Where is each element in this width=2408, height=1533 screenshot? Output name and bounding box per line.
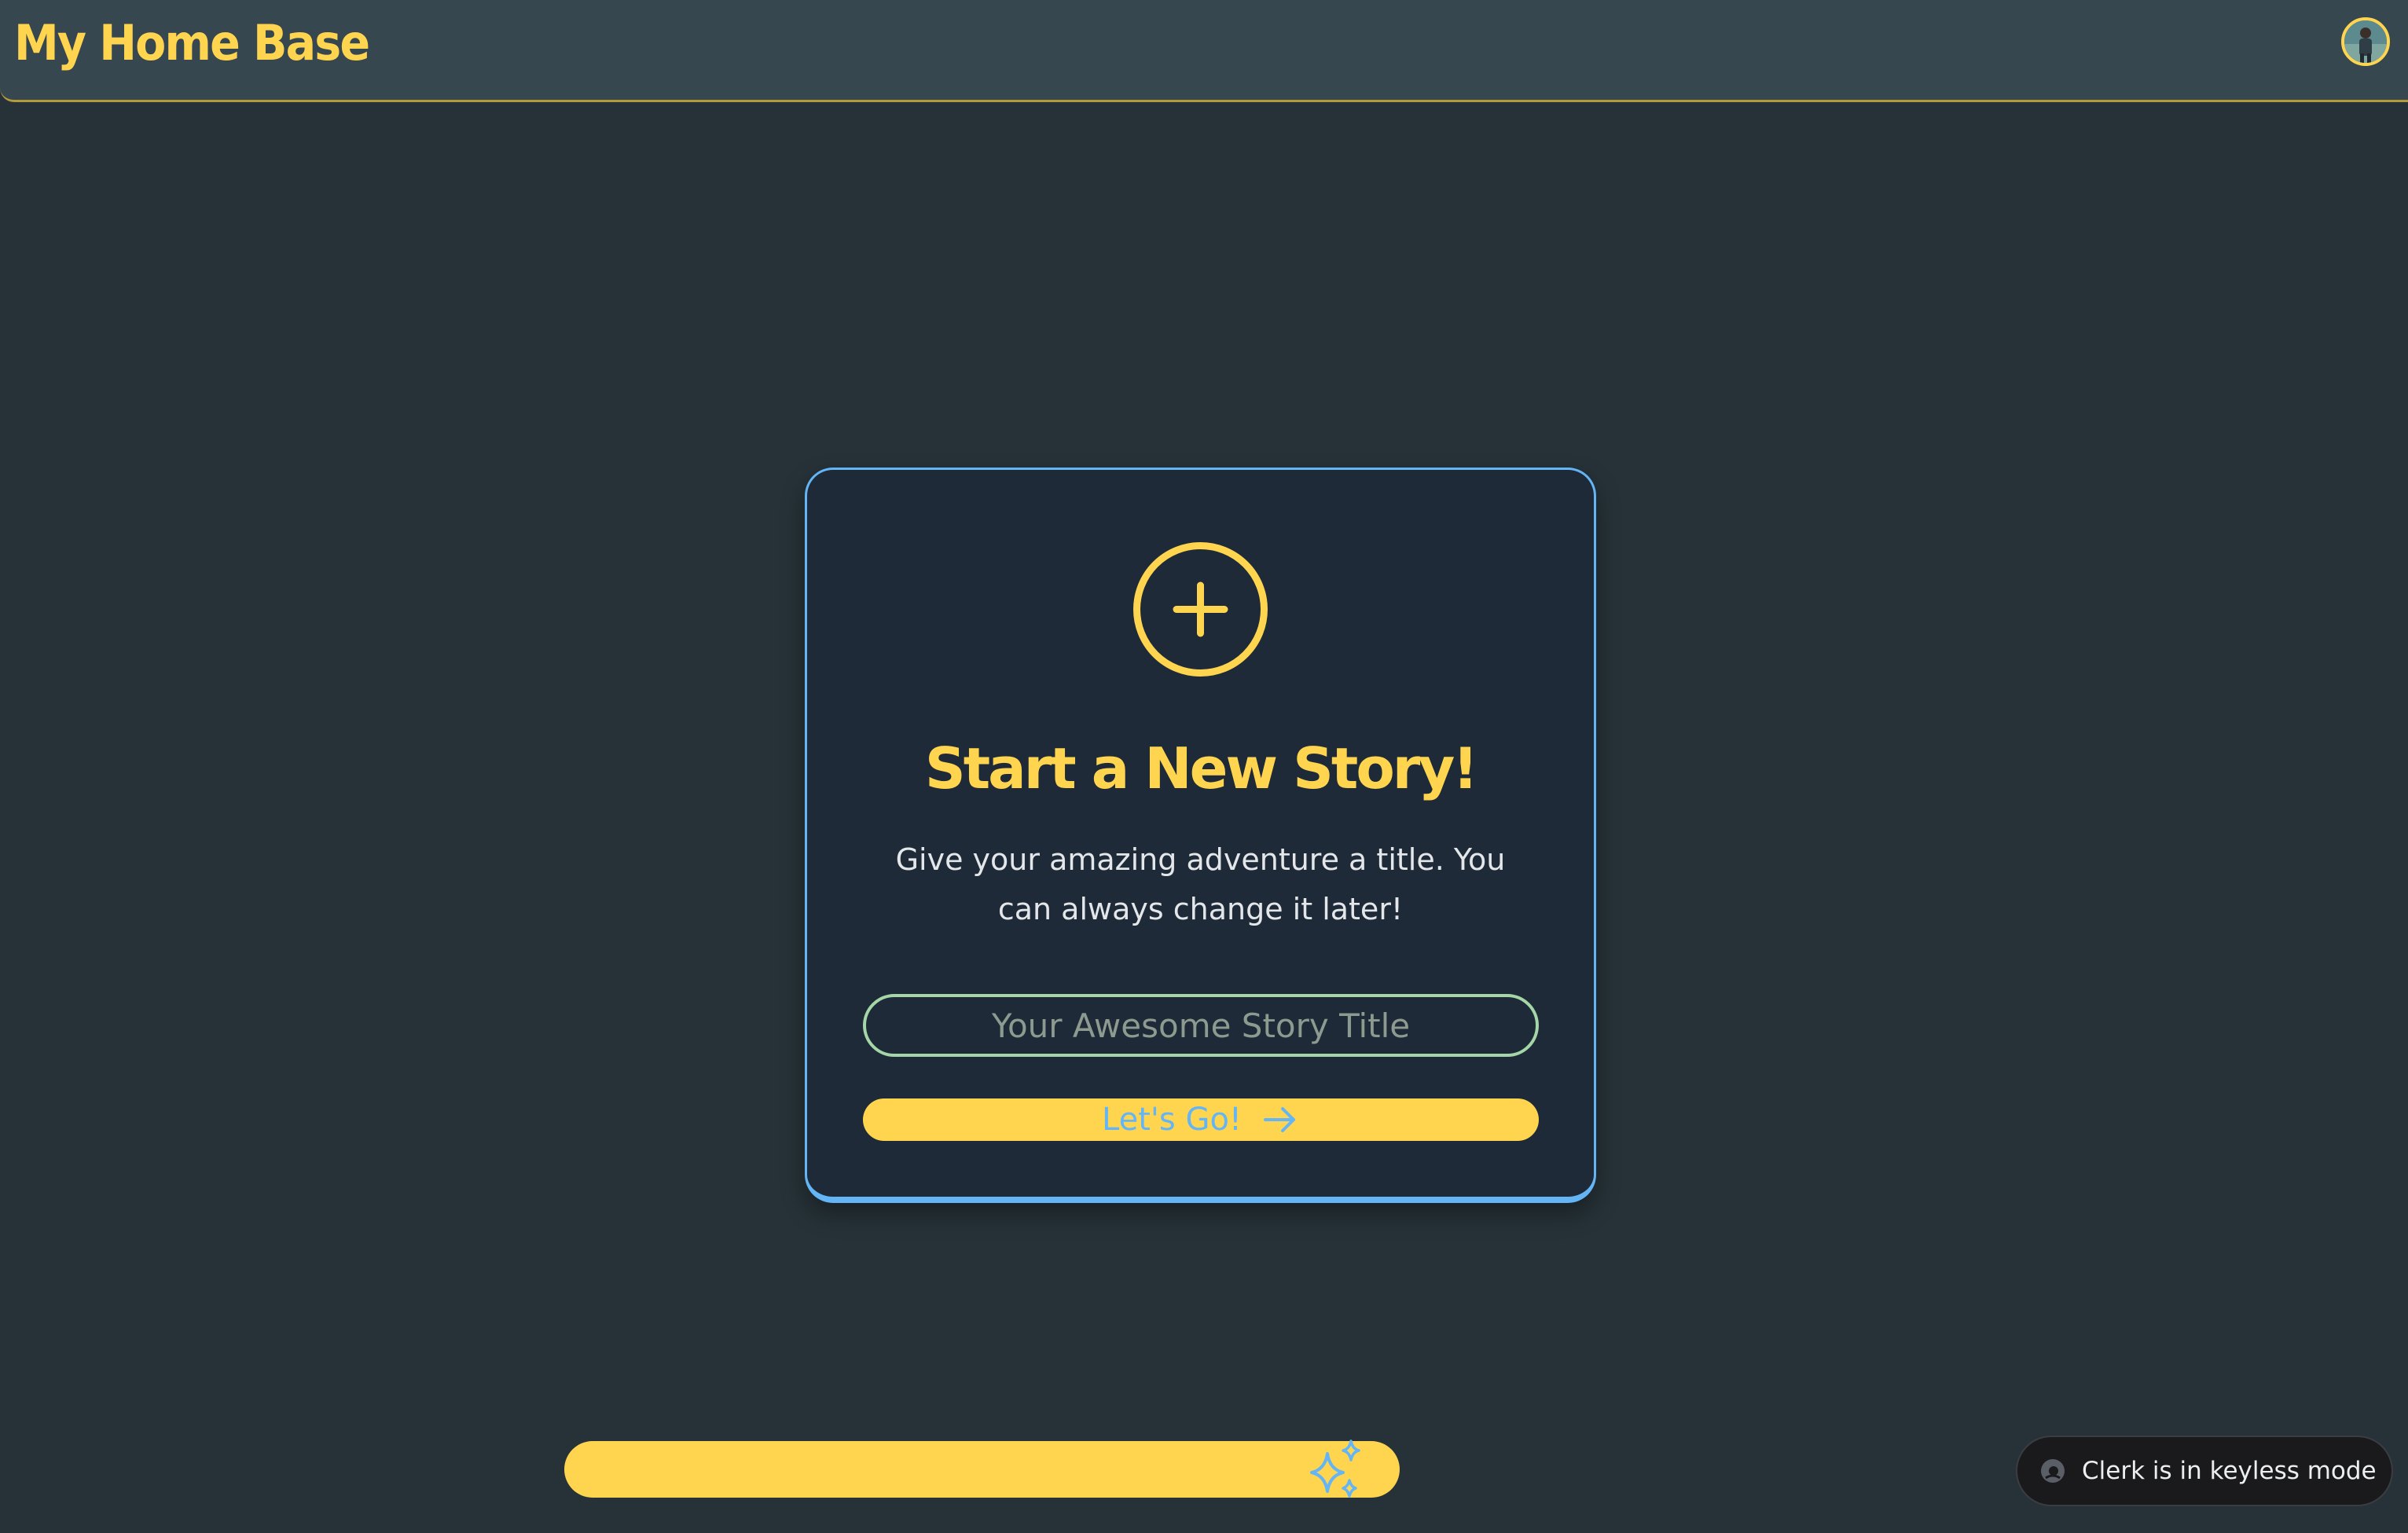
app-title[interactable]: My Home Base	[14, 8, 370, 79]
clerk-badge-text: Clerk is in keyless mode	[2082, 1457, 2377, 1485]
bottom-action-bar[interactable]	[564, 1439, 1400, 1498]
clerk-keyless-badge[interactable]: Clerk is in keyless mode	[2016, 1436, 2393, 1506]
plus-circle-icon	[1133, 542, 1268, 677]
clerk-logo-icon	[2041, 1459, 2065, 1483]
top-navigation-bar: My Home Base	[0, 0, 2408, 102]
card-subtitle: Give your amazing adventure a title. You…	[895, 842, 1506, 926]
user-avatar[interactable]	[2341, 17, 2390, 66]
new-story-card: Start a New Story! Give your amazing adv…	[805, 468, 1596, 1203]
lets-go-label: Let's Go!	[1102, 1102, 1242, 1138]
lets-go-button[interactable]: Let's Go!	[863, 1098, 1539, 1141]
story-title-input[interactable]	[863, 994, 1539, 1057]
sparkles-icon	[1310, 1439, 1360, 1498]
card-title: Start a New Story!	[924, 735, 1478, 801]
avatar-image	[2344, 20, 2387, 63]
arrow-right-icon	[1263, 1107, 1295, 1132]
